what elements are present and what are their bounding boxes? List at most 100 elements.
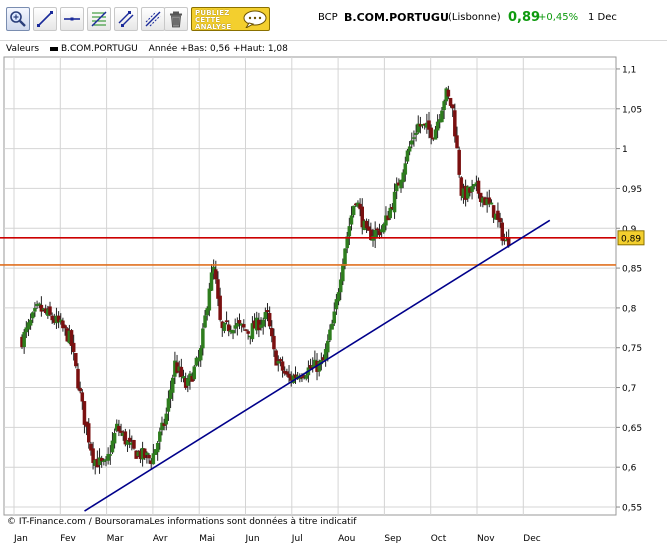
x-tick-label: Avr — [153, 534, 168, 544]
candle-body — [407, 146, 412, 152]
candle-body — [80, 392, 85, 402]
candle-body — [261, 319, 265, 327]
candle-body — [267, 313, 272, 327]
candle-body — [433, 129, 438, 140]
candle-body — [410, 140, 414, 145]
y-tick-label: 0,75 — [622, 344, 642, 354]
candle-body — [31, 312, 35, 319]
candle-body — [203, 315, 207, 328]
candle-body — [392, 191, 397, 213]
candle-body — [332, 311, 337, 324]
y-tick-label: 1,1 — [622, 65, 636, 75]
x-tick-label: Dec — [523, 534, 540, 544]
candle-body — [179, 366, 184, 377]
candle-body — [214, 269, 218, 280]
candle-body — [231, 330, 235, 334]
candle-body — [278, 359, 283, 362]
y-tick-label: 0,95 — [622, 185, 642, 195]
candle-body — [181, 376, 186, 379]
candle-body — [127, 437, 132, 442]
candle-body — [22, 331, 26, 347]
candle-body — [244, 329, 248, 331]
candle-body — [270, 327, 274, 337]
candle-body — [201, 328, 205, 349]
candle-body — [440, 110, 444, 123]
x-tick-label: Jul — [291, 534, 303, 544]
x-tick-label: Mai — [199, 534, 215, 544]
candle-body — [63, 325, 67, 329]
candle-body — [224, 320, 229, 322]
candle-body — [48, 306, 52, 315]
candle-body — [170, 377, 175, 393]
candle-body — [446, 89, 451, 97]
candle-body — [455, 135, 459, 149]
candle-body — [209, 272, 214, 291]
x-tick-label: Oct — [431, 534, 447, 544]
plot-frame — [3, 56, 617, 516]
candle-body — [132, 440, 136, 449]
candle-body — [237, 320, 242, 324]
candle-body — [412, 137, 416, 139]
candle-body — [414, 133, 418, 135]
candle-body — [76, 368, 80, 389]
candle-body — [78, 387, 82, 392]
candle-body — [50, 315, 54, 321]
candle-body — [347, 226, 352, 237]
candle-body — [147, 454, 151, 459]
candle-body — [453, 110, 457, 137]
x-tick-label: Mar — [107, 534, 124, 544]
candle-body — [472, 183, 476, 187]
price-chart[interactable]: 0,550,60,650,70,750,80,850,90,9511,051,1… — [0, 0, 667, 546]
candle-body — [272, 335, 276, 350]
candle-body — [442, 101, 446, 111]
candle-body — [216, 279, 220, 299]
candle-body — [338, 279, 343, 293]
candle-body — [476, 180, 481, 194]
candle-body — [246, 331, 250, 334]
candle-body — [405, 150, 410, 162]
candle-body — [74, 353, 78, 367]
price-marker-label: 0,89 — [621, 234, 641, 244]
candle-body — [429, 127, 433, 138]
candle-body — [102, 460, 106, 462]
candle-body — [198, 348, 203, 361]
candle-body — [330, 323, 334, 330]
y-tick-label: 0,8 — [622, 304, 637, 314]
candle-body — [349, 215, 354, 225]
candle-body — [489, 202, 494, 205]
candle-body — [117, 425, 121, 432]
candle-body — [304, 375, 309, 379]
candle-body — [276, 361, 281, 364]
candle-body — [403, 163, 408, 175]
candle-body — [498, 217, 502, 223]
grid-layer — [3, 56, 617, 516]
axis-layer: 0,550,60,650,70,750,80,850,90,9511,051,1… — [13, 65, 645, 544]
candle-body — [235, 323, 240, 327]
candle-body — [263, 312, 268, 320]
candle-body — [33, 308, 37, 312]
x-tick-label: Nov — [477, 534, 495, 544]
x-tick-label: Jan — [13, 534, 28, 544]
candle-body — [343, 248, 347, 266]
y-tick-label: 0,55 — [622, 504, 642, 514]
candle-body — [226, 324, 231, 332]
candle-body — [375, 228, 380, 231]
candle-body — [218, 295, 222, 320]
candle-body — [158, 431, 162, 442]
candle-body — [192, 366, 197, 380]
candle-body — [71, 342, 76, 353]
candle-body — [39, 304, 44, 312]
y-tick-label: 0,85 — [622, 265, 642, 275]
candle-body — [341, 264, 345, 282]
candle-body — [28, 319, 33, 326]
candle-body — [82, 401, 87, 425]
x-tick-label: Fev — [60, 534, 76, 544]
x-tick-label: Jun — [245, 534, 260, 544]
candle-body — [300, 376, 304, 379]
y-tick-label: 0,6 — [622, 464, 637, 474]
candle-body — [242, 324, 246, 328]
candle-body — [207, 288, 212, 311]
candle-body — [155, 442, 160, 453]
y-tick-label: 0,7 — [622, 384, 636, 394]
candle-body — [119, 430, 123, 433]
